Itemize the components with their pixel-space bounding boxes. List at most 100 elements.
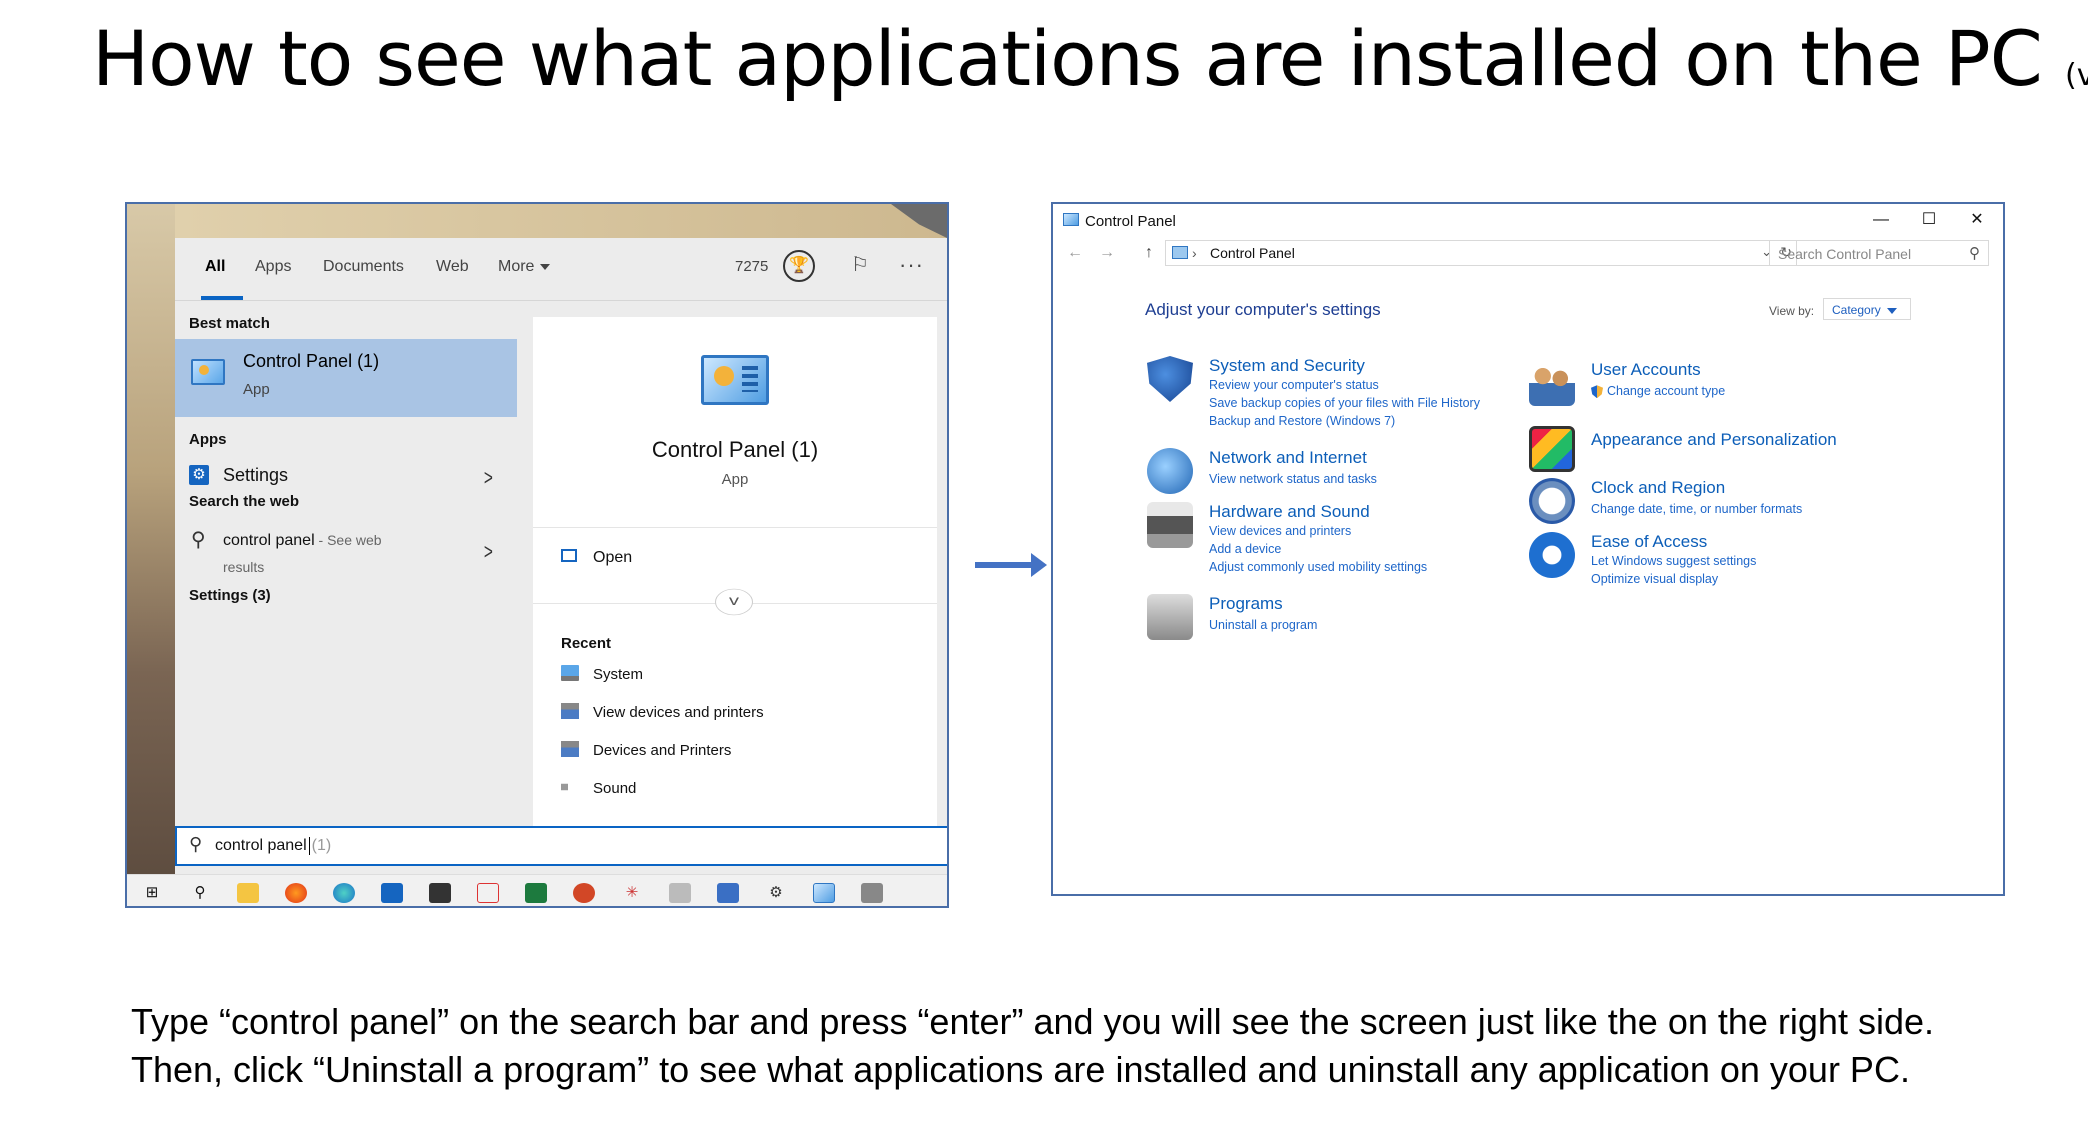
category-title[interactable]: Hardware and Sound (1209, 502, 1370, 522)
pdf-icon[interactable] (477, 883, 499, 903)
result-detail-pane: Control Panel (1) App Open v Recent Syst… (533, 317, 937, 860)
taskbar-search-input[interactable]: ⚲ control panel (1) (175, 826, 947, 866)
recent-item[interactable]: View devices and printers (561, 701, 921, 727)
category-link[interactable]: Let Windows suggest settings (1591, 554, 1756, 568)
category-title[interactable]: System and Security (1209, 356, 1365, 376)
best-match-title: Control Panel (1) (243, 351, 380, 371)
search-hint: (1) (311, 837, 332, 855)
best-match-subtitle: App (243, 381, 270, 398)
slack-icon[interactable]: ✳ (621, 883, 643, 903)
programs-icon (1147, 594, 1193, 640)
category-link[interactable]: Adjust commonly used mobility settings (1209, 560, 1427, 574)
ease-of-access-icon (1529, 532, 1575, 578)
category-link[interactable]: Optimize visual display (1591, 572, 1718, 586)
recent-item[interactable]: Devices and Printers (561, 739, 921, 765)
search-icon: ⚲ (189, 834, 203, 854)
speaker-icon (561, 779, 576, 795)
monitor-icon (561, 665, 579, 681)
caption-line-1: Type “control panel” on the search bar a… (131, 1001, 1934, 1042)
view-by-label: View by: (1769, 304, 1815, 318)
firefox-icon[interactable] (285, 883, 307, 903)
tab-more-label: More (498, 258, 535, 275)
web-heading: Search the web (189, 493, 300, 510)
category-title[interactable]: User Accounts (1591, 360, 1701, 380)
recent-item[interactable]: System (561, 663, 921, 689)
address-row: ← → ↑ › Control Panel ⌄ ↻ Search Control… (1053, 240, 2003, 270)
search-input[interactable]: Search Control Panel ⚲ (1769, 240, 1989, 266)
app-icon[interactable] (429, 883, 451, 903)
category-link[interactable]: Change date, time, or number formats (1591, 502, 1802, 516)
category-link[interactable]: Review your computer's status (1209, 378, 1379, 392)
tab-all[interactable]: All (205, 258, 225, 276)
excel-icon[interactable] (525, 883, 547, 903)
control-panel-icon (701, 355, 769, 405)
chevron-right-icon[interactable]: > (484, 465, 493, 491)
expand-chevron-icon[interactable]: v (715, 588, 753, 616)
open-action[interactable]: Open (533, 527, 937, 593)
category-link[interactable]: View network status and tasks (1209, 472, 1377, 486)
active-tab-indicator (201, 296, 243, 300)
search-typed: control panel (215, 837, 307, 855)
control-panel-icon (1172, 246, 1188, 259)
trophy-icon[interactable]: 🏆 (783, 250, 815, 282)
category-title[interactable]: Clock and Region (1591, 478, 1725, 498)
category-link[interactable]: View devices and printers (1209, 524, 1351, 538)
view-by-select[interactable]: Category (1823, 298, 1911, 320)
category-title[interactable]: Programs (1209, 594, 1283, 614)
detail-subtitle: App (721, 471, 749, 488)
category-title[interactable]: Network and Internet (1209, 448, 1367, 468)
tab-more[interactable]: More (498, 258, 551, 276)
app-icon[interactable] (717, 883, 739, 903)
results-list: Best match Control Panel (1) App Apps ⚙ … (175, 301, 517, 874)
up-arrow-icon[interactable]: ↑ (1145, 244, 1153, 262)
category-link[interactable]: Save backup copies of your files with Fi… (1209, 396, 1480, 410)
category-title[interactable]: Appearance and Personalization (1591, 430, 1837, 450)
outlook-icon[interactable] (381, 883, 403, 903)
maximize-icon[interactable]: ☐ (1909, 208, 1949, 232)
powerpoint-icon[interactable] (573, 883, 595, 903)
file-explorer-icon[interactable] (237, 883, 259, 903)
uninstall-program-link[interactable]: Uninstall a program (1209, 618, 1317, 632)
best-match-heading: Best match (189, 315, 270, 332)
search-icon[interactable]: ⚲ (189, 883, 211, 903)
web-result[interactable]: ⚲ control panel - See web results > (175, 521, 517, 579)
forward-arrow-icon[interactable]: → (1099, 244, 1115, 262)
category-title[interactable]: Ease of Access (1591, 532, 1707, 552)
tab-documents[interactable]: Documents (323, 258, 404, 276)
app-icon[interactable] (861, 883, 883, 903)
control-panel-icon[interactable] (813, 883, 835, 903)
category-link-with-shield[interactable]: Change account type (1591, 384, 1725, 399)
minimize-icon[interactable]: — (1861, 208, 1901, 232)
category-link[interactable]: Backup and Restore (Windows 7) (1209, 414, 1395, 428)
web-result-label: control panel - See web results (223, 527, 423, 581)
open-icon (561, 549, 577, 562)
app-icon[interactable] (669, 883, 691, 903)
text-caret (308, 837, 310, 855)
windows-start-icon[interactable]: ⊞ (141, 883, 163, 903)
desktop-wallpaper-top (175, 204, 947, 238)
best-match-control-panel[interactable]: Control Panel (1) App (175, 339, 517, 417)
printer-icon (561, 703, 579, 719)
category-link[interactable]: Add a device (1209, 542, 1281, 556)
chevron-right-icon[interactable]: > (484, 539, 493, 565)
address-bar[interactable]: › Control Panel ⌄ ↻ (1165, 240, 1797, 266)
app-result-settings[interactable]: ⚙ Settings > (175, 457, 517, 495)
web-suffix: - See web (314, 532, 382, 548)
tab-web[interactable]: Web (436, 258, 469, 276)
feedback-icon[interactable]: ⚐ (847, 252, 873, 278)
settings-heading[interactable]: Settings (3) (189, 587, 271, 604)
settings-gear-icon[interactable]: ⚙ (765, 883, 787, 903)
edge-icon[interactable] (333, 883, 355, 903)
control-panel-window: Control Panel — ☐ ✕ ← → ↑ › Control Pane… (1051, 202, 2005, 896)
tab-apps[interactable]: Apps (255, 258, 291, 276)
window-titlebar[interactable]: Control Panel — ☐ ✕ (1053, 204, 2003, 236)
right-arrow-icon (975, 553, 1047, 577)
recent-item-label: System (593, 666, 644, 683)
back-arrow-icon[interactable]: ← (1067, 244, 1083, 262)
desktop-wallpaper (127, 204, 175, 874)
recent-heading: Recent (561, 635, 612, 652)
more-options-icon[interactable]: ··· (899, 252, 924, 278)
recent-item[interactable]: Sound (561, 777, 921, 803)
control-panel-icon (191, 359, 225, 385)
close-icon[interactable]: ✕ (1957, 208, 1997, 232)
